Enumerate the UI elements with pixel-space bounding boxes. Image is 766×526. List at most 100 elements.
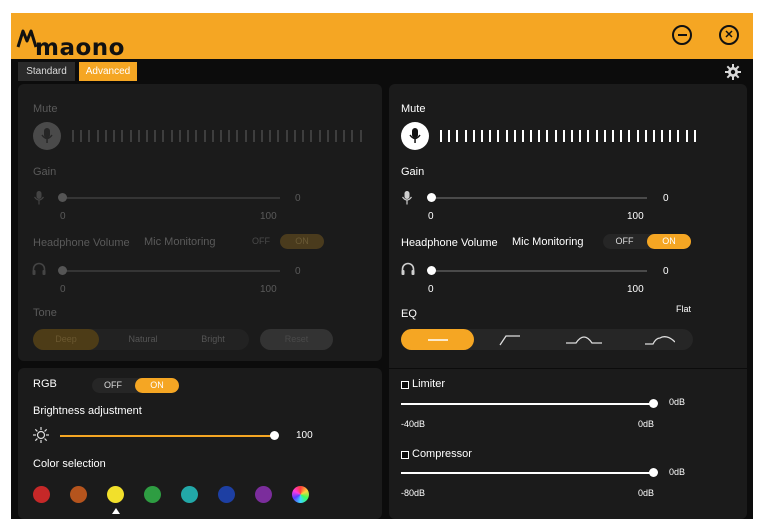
- limiter-min-label: -40dB: [401, 419, 426, 429]
- level-meter-tick: [343, 130, 346, 142]
- level-meter-tick: [113, 130, 116, 142]
- level-meter-tick: [440, 130, 442, 142]
- headphone-volume-handle[interactable]: [58, 266, 67, 275]
- gain-label: Gain: [401, 166, 425, 178]
- color-swatch[interactable]: [70, 486, 87, 503]
- compressor-max-label: 0dB: [638, 488, 655, 498]
- brightness-slider[interactable]: [60, 435, 274, 437]
- headphone-volume-slider[interactable]: [62, 270, 280, 272]
- level-meter-tick: [456, 130, 459, 142]
- eq-flat-button[interactable]: [401, 329, 474, 350]
- right-mic-panel: Mute Gain 0 0 100 Headphone Volume Mic M…: [389, 84, 747, 519]
- microphone-icon: [409, 128, 421, 143]
- level-meter-tick: [335, 130, 337, 142]
- tab-advanced[interactable]: Advanced: [79, 62, 137, 81]
- level-meter-tick: [546, 130, 549, 142]
- brightness-value: 100: [296, 430, 313, 441]
- color-swatch[interactable]: [144, 486, 161, 503]
- mute-button[interactable]: [401, 122, 429, 150]
- level-meter-tick: [620, 130, 623, 142]
- compressor-slider[interactable]: [401, 472, 653, 474]
- color-swatch[interactable]: [218, 486, 235, 503]
- compressor-slider-handle[interactable]: [649, 468, 658, 477]
- level-meter-tick: [513, 130, 516, 142]
- limiter-slider[interactable]: [401, 403, 653, 405]
- level-meter-tick: [693, 130, 696, 142]
- compressor-checkbox[interactable]: [401, 451, 409, 459]
- mic-monitoring-label: Mic Monitoring: [144, 236, 216, 248]
- tone-label: Tone: [33, 307, 57, 319]
- level-meter-tick: [489, 130, 492, 142]
- level-meter-tick: [195, 130, 198, 142]
- headphone-volume-slider[interactable]: [429, 270, 647, 272]
- limiter-slider-handle[interactable]: [649, 399, 658, 408]
- eq-presence-button[interactable]: [633, 329, 687, 350]
- eq-preset-name: Flat: [676, 304, 692, 314]
- gain-slider-handle[interactable]: [427, 193, 436, 202]
- eq-low-cut-button[interactable]: [485, 329, 535, 350]
- flat-eq-icon: [427, 338, 448, 341]
- app-window: maono ✕ Standard Advanced Mute Gain 0 0 …: [11, 13, 753, 519]
- level-meter-tick: [121, 130, 124, 142]
- title-bar: maono ✕: [11, 13, 753, 61]
- gain-slider[interactable]: [62, 197, 280, 199]
- gain-max-label: 100: [260, 211, 277, 222]
- eq-mid-boost-button[interactable]: [559, 329, 609, 350]
- level-meter-tick: [310, 130, 313, 142]
- level-meter-tick: [96, 130, 99, 142]
- mic-monitoring-on[interactable]: ON: [280, 234, 324, 249]
- brightness-slider-handle[interactable]: [270, 431, 279, 440]
- mic-monitoring-toggle[interactable]: OFF ON: [240, 234, 324, 249]
- level-meter-tick: [571, 130, 573, 142]
- rgb-on[interactable]: ON: [135, 378, 179, 393]
- mute-button[interactable]: [33, 122, 61, 150]
- level-meter-tick: [285, 130, 288, 142]
- mic-level-meter: [440, 130, 696, 142]
- color-swatch[interactable]: [107, 486, 124, 503]
- close-button[interactable]: ✕: [719, 25, 739, 45]
- mic-monitoring-off[interactable]: OFF: [240, 234, 282, 249]
- rgb-toggle[interactable]: OFF ON: [92, 378, 179, 393]
- color-swatch[interactable]: [33, 486, 50, 503]
- mute-label: Mute: [33, 103, 58, 115]
- tone-bright[interactable]: Bright: [183, 329, 243, 350]
- tone-deep[interactable]: Deep: [33, 329, 99, 350]
- level-meter-tick: [88, 130, 91, 142]
- headphone-min-label: 0: [428, 284, 434, 295]
- level-meter-tick: [351, 130, 354, 142]
- gear-icon[interactable]: [725, 64, 741, 80]
- mic-monitoring-off[interactable]: OFF: [603, 234, 646, 249]
- reset-button[interactable]: Reset: [260, 329, 333, 350]
- microphone-icon: [41, 128, 53, 143]
- gain-slider-handle[interactable]: [58, 193, 67, 202]
- level-meter-tick: [293, 130, 296, 142]
- level-meter-tick: [236, 130, 239, 142]
- tab-standard[interactable]: Standard: [18, 62, 75, 81]
- headphone-volume-handle[interactable]: [427, 266, 436, 275]
- minus-circle-icon: [677, 34, 687, 36]
- level-meter-tick: [359, 130, 362, 142]
- mic-monitoring-on[interactable]: ON: [647, 234, 691, 249]
- limiter-label: Limiter: [412, 378, 446, 390]
- headphone-volume-value: 0: [295, 266, 301, 277]
- mic-monitoring-toggle[interactable]: OFF ON: [603, 234, 691, 249]
- color-swatch[interactable]: [181, 486, 198, 503]
- color-swatch[interactable]: [255, 486, 272, 503]
- section-divider: [389, 368, 747, 369]
- gain-slider[interactable]: [429, 197, 647, 199]
- mic-monitoring-label: Mic Monitoring: [512, 236, 584, 248]
- limiter-checkbox[interactable]: [401, 381, 409, 389]
- level-meter-tick: [652, 130, 655, 142]
- level-meter-tick: [104, 130, 107, 142]
- level-meter-tick: [302, 130, 305, 142]
- level-meter-tick: [644, 130, 647, 142]
- level-meter-tick: [603, 130, 606, 142]
- color-swatch[interactable]: [292, 486, 309, 503]
- level-meter-tick: [318, 130, 321, 142]
- minimize-button[interactable]: [672, 25, 692, 45]
- rgb-off[interactable]: OFF: [92, 378, 134, 393]
- tone-natural[interactable]: Natural: [113, 329, 173, 350]
- level-meter-tick: [464, 130, 467, 142]
- headphone-icon: [32, 262, 46, 275]
- level-meter-tick: [252, 130, 255, 142]
